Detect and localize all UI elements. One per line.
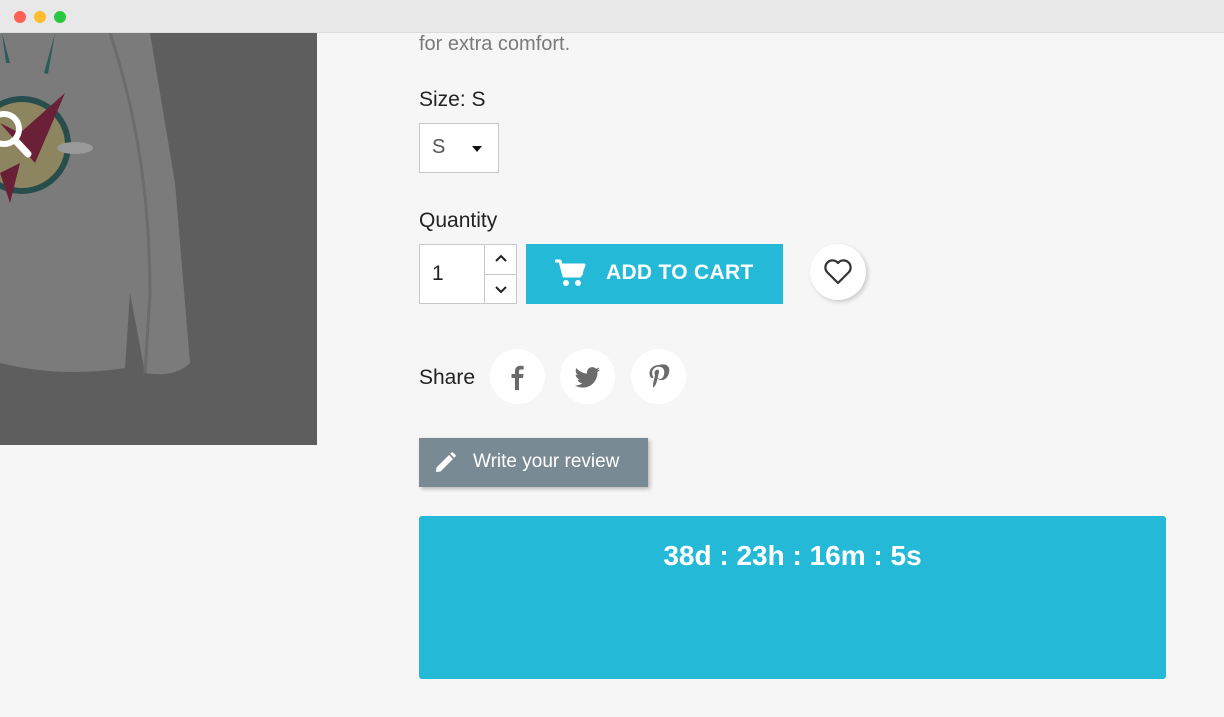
add-to-cart-label: ADD TO CART	[606, 261, 754, 284]
product-description-tail: for extra comfort.	[419, 33, 571, 55]
product-image[interactable]	[0, 33, 317, 445]
size-select[interactable]: S	[419, 123, 499, 173]
twitter-icon	[574, 367, 600, 388]
cart-icon	[555, 259, 586, 286]
caret-down-icon	[472, 146, 482, 152]
size-selected-value: S	[432, 136, 446, 158]
quantity-decrease-button[interactable]	[485, 275, 516, 304]
wishlist-button[interactable]	[810, 244, 866, 300]
product-photo	[0, 33, 317, 445]
chevron-down-icon	[495, 286, 507, 294]
share-twitter-button[interactable]	[560, 349, 615, 404]
product-page: for extra comfort. Size: S S Quantity 1 …	[0, 33, 1224, 717]
size-label: Size: S	[419, 88, 486, 111]
quantity-value: 1	[432, 262, 444, 285]
countdown-timer: 38d : 23h : 16m : 5s	[663, 540, 922, 571]
quantity-label: Quantity	[419, 209, 498, 232]
facebook-icon	[511, 365, 524, 390]
zoom-icon[interactable]	[0, 103, 40, 163]
pencil-icon	[436, 452, 456, 472]
quantity-input[interactable]: 1	[419, 244, 485, 304]
write-review-button[interactable]: Write your review	[419, 438, 648, 487]
window-titlebar	[0, 0, 1224, 33]
quantity-increase-button[interactable]	[485, 245, 516, 275]
maximize-window-button[interactable]	[54, 11, 66, 23]
minimize-window-button[interactable]	[34, 11, 46, 23]
share-label: Share	[419, 366, 476, 389]
chevron-up-icon	[495, 254, 507, 262]
close-window-button[interactable]	[14, 11, 26, 23]
share-facebook-button[interactable]	[490, 349, 545, 404]
countdown-banner: 38d : 23h : 16m : 5s	[419, 516, 1166, 679]
quantity-stepper	[485, 244, 517, 304]
add-to-cart-button[interactable]: ADD TO CART	[526, 244, 783, 304]
pinterest-icon	[649, 364, 670, 388]
write-review-label: Write your review	[473, 451, 620, 472]
share-pinterest-button[interactable]	[631, 349, 686, 404]
heart-icon	[824, 259, 852, 285]
